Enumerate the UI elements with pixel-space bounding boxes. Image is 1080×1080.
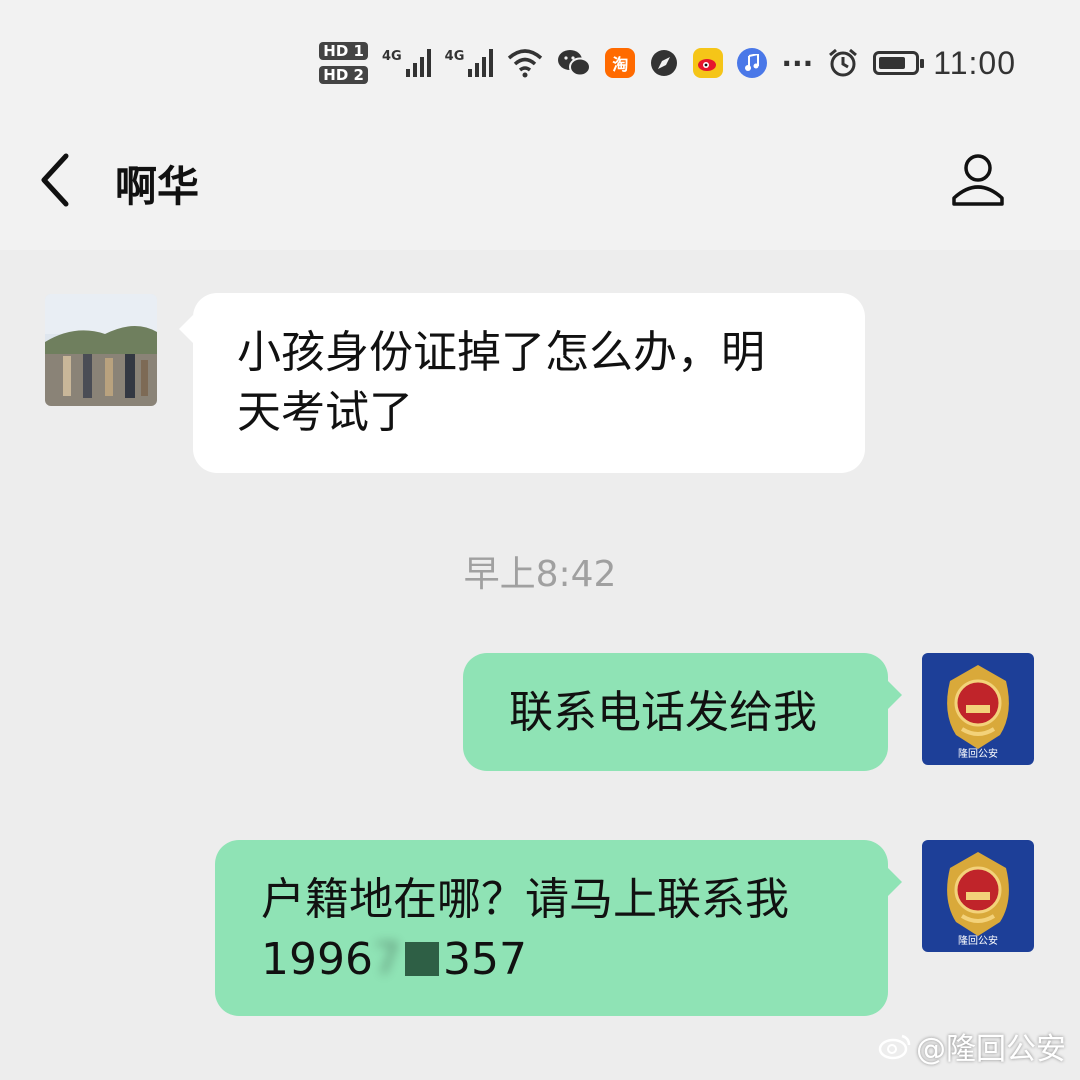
music-icon <box>737 48 768 78</box>
chat-header: 啊华 <box>0 120 1080 250</box>
badge-text: 隆回公安 <box>958 747 998 760</box>
police-avatar[interactable]: 隆回公安 <box>922 653 1034 765</box>
status-bar: HD 1 HD 2 4G 4G 淘 ··· 11:00 <box>0 0 1080 120</box>
timestamp: 早上8:42 <box>463 554 617 595</box>
message-text: 小孩身份证掉了怎么办，明 <box>237 327 765 378</box>
police-avatar[interactable]: 隆回公安 <box>922 840 1034 952</box>
more-icon: ··· <box>781 46 814 80</box>
battery-icon <box>873 51 925 75</box>
weibo-icon <box>693 48 724 78</box>
signal-icon: 4G <box>382 49 431 77</box>
sim1-label: HD 1 <box>319 42 368 60</box>
clock: 11:00 <box>933 44 1016 81</box>
chat-title: 啊华 <box>115 162 200 211</box>
phone-number: 19967 357 <box>261 930 842 990</box>
sim2-label: HD 2 <box>319 66 368 84</box>
message-bubble-outgoing[interactable]: 户籍地在哪？请马上联系我 19967 357 <box>215 840 902 1016</box>
chevron-left-icon[interactable] <box>36 150 76 210</box>
status-icons: HD 1 HD 2 4G 4G 淘 ··· 11:00 <box>319 38 1016 88</box>
hd-sim-icon: HD 1 HD 2 <box>319 42 368 84</box>
message-bubble-outgoing[interactable]: 联系电话发给我 <box>463 653 902 771</box>
taobao-icon: 淘 <box>605 48 636 78</box>
person-icon[interactable] <box>948 148 1008 208</box>
redacted-digits: 7 <box>372 934 401 985</box>
alarm-icon <box>829 48 858 77</box>
message-text: 天考试了 <box>237 387 413 438</box>
watermark-text: @隆回公安 <box>916 1032 1066 1067</box>
avatar[interactable] <box>45 294 157 406</box>
police-badge-icon: 隆回公安 <box>922 840 1034 952</box>
message-text: 联系电话发给我 <box>509 687 817 738</box>
signal-icon-2: 4G <box>445 49 494 77</box>
watermark: @隆回公安 <box>878 1024 1066 1068</box>
redaction-block <box>404 942 439 976</box>
message-text: 户籍地在哪？请马上联系我 <box>261 874 789 925</box>
landscape-photo-icon <box>45 294 157 406</box>
wifi-icon <box>508 49 543 78</box>
badge-text: 隆回公安 <box>958 934 998 947</box>
weibo-icon <box>878 1034 911 1060</box>
police-badge-icon: 隆回公安 <box>922 653 1034 765</box>
message-bubble-incoming[interactable]: 小孩身份证掉了怎么办，明 天考试了 <box>179 293 865 473</box>
compass-icon <box>651 50 678 76</box>
wechat-icon <box>558 50 592 77</box>
